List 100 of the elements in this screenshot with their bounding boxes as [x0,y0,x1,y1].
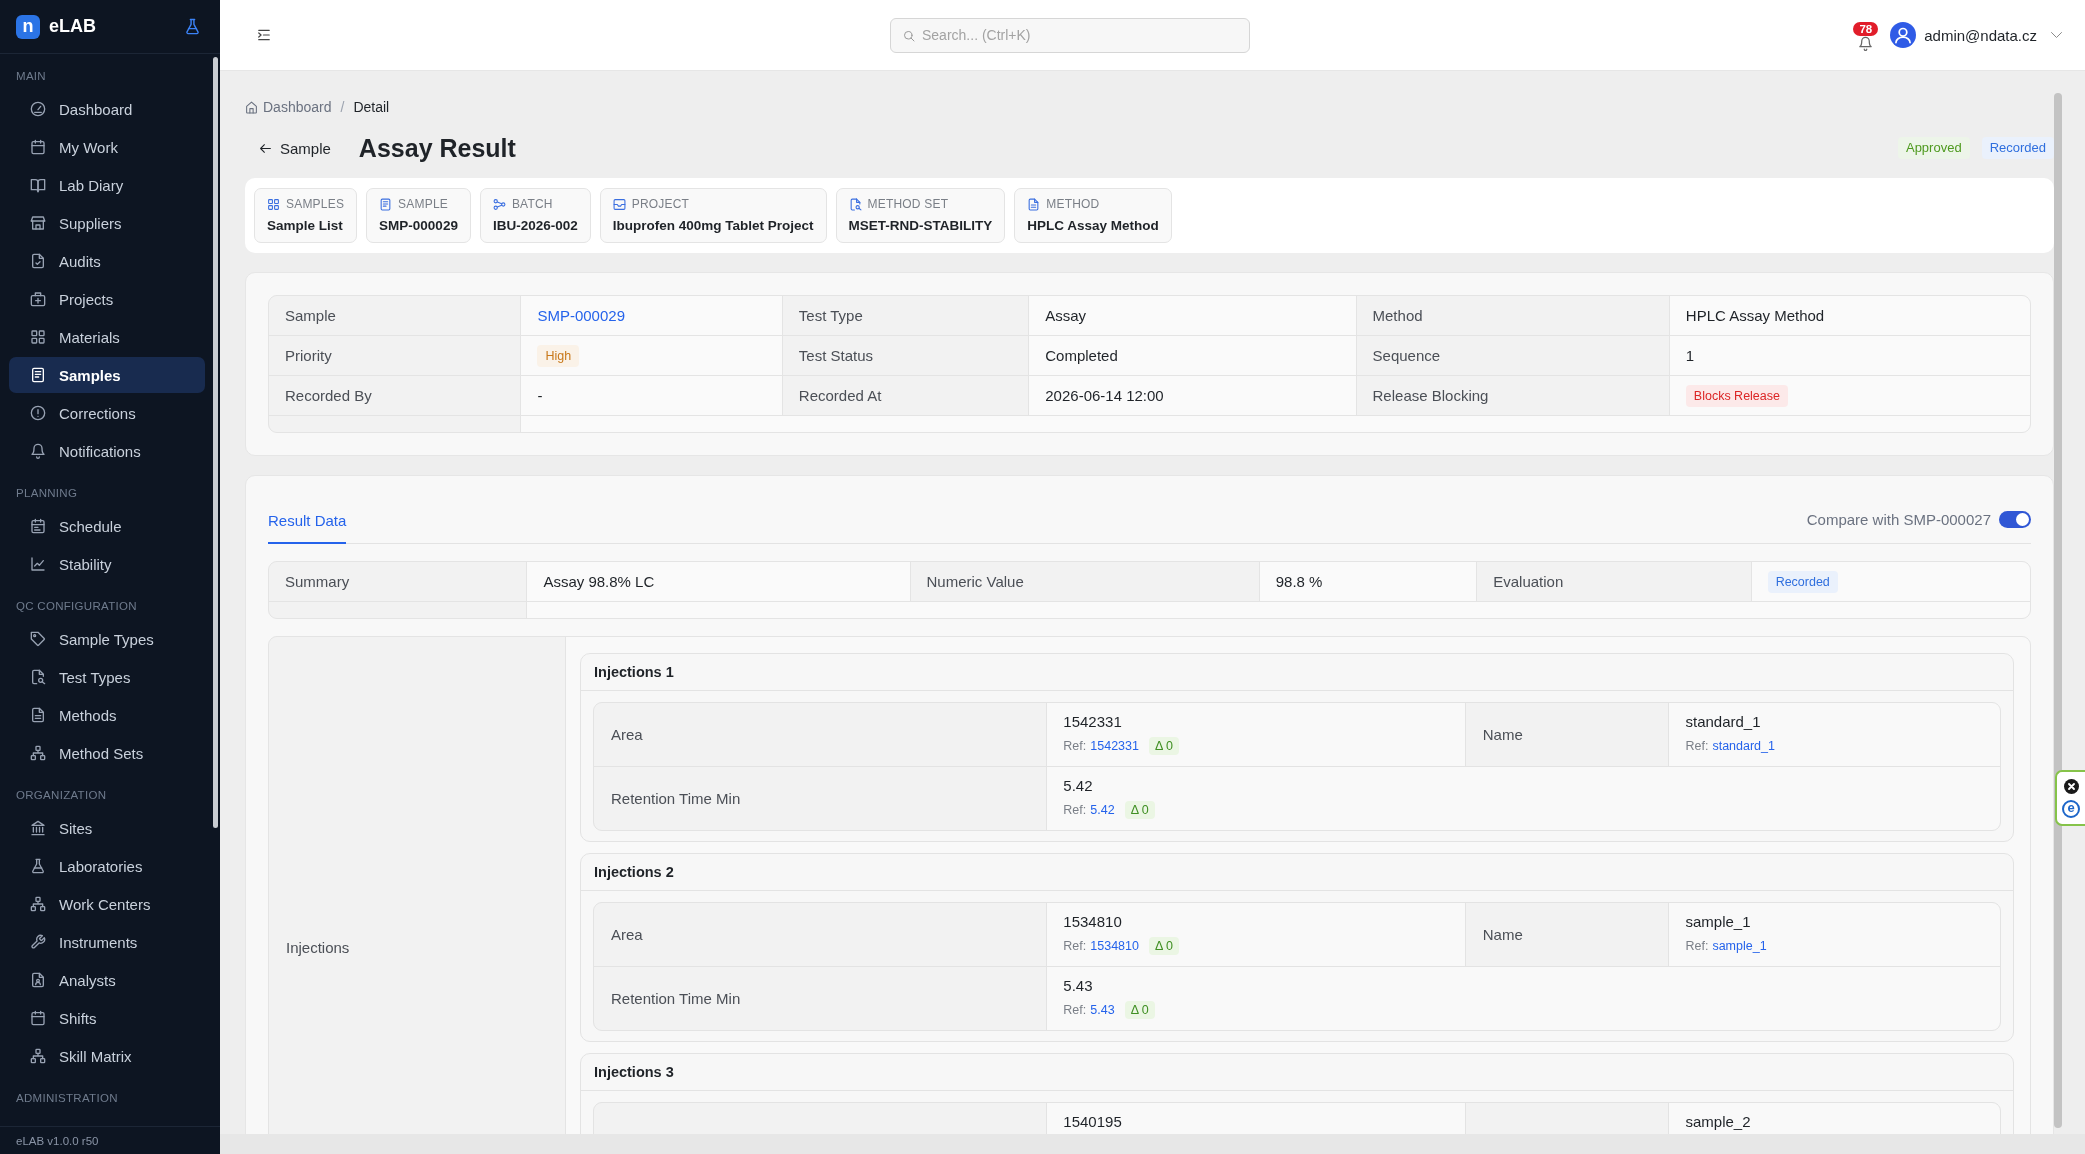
ref-link[interactable]: 5.42 [1090,803,1115,817]
link-category: METHOD [1046,197,1100,211]
field-value: Assay 98.8% LC [527,562,910,601]
sidebar-item[interactable]: Materials [9,319,205,355]
ref-link[interactable]: 1542331 [1090,739,1139,753]
ref-link[interactable]: 5.43 [1090,1003,1115,1017]
injection-title: Injections 2 [581,854,2013,891]
chevron-down-icon [2051,32,2062,38]
sidebar-item[interactable]: Test Types [9,659,205,695]
arrow-left-icon [259,141,272,155]
related-link-card[interactable]: BATCH IBU-2026-002 [479,188,591,243]
sidebar-item[interactable]: Analysts [9,962,205,998]
flask-icon [184,18,201,35]
flask-icon [30,858,46,874]
field-value: 2026-06-14 12:00 [1029,376,1356,415]
field-label: Evaluation [1477,562,1751,601]
sidebar-item[interactable]: Work Centers [9,886,205,922]
sidebar-item[interactable]: Laboratories [9,848,205,884]
status-badge: Recorded [1767,570,1838,593]
field-value: 5.42 [1063,777,1093,795]
delta-badge: Δ 0 [1124,801,1155,819]
sidebar-item[interactable]: Sites [9,810,205,846]
sidebar-item[interactable]: Audits [9,243,205,279]
sidebar-item[interactable]: Method Sets [9,735,205,771]
status-badge: Approved [1897,137,1970,159]
field-value: - [521,376,782,415]
sitemap-icon [30,1048,46,1064]
sidebar-item[interactable]: Skill Matrix [9,1038,205,1074]
status-badge: Recorded [1981,137,2054,159]
field-value: 98.8 % [1259,562,1477,601]
sidebar-item[interactable]: Projects [9,281,205,317]
close-icon [2063,778,2079,794]
breadcrumb-link[interactable]: Dashboard [245,99,332,115]
link-value: HPLC Assay Method [1027,217,1159,235]
field-label: Sample [269,296,521,335]
field-value: 1542331 [1063,713,1122,731]
sidebar-item[interactable]: Instruments [9,924,205,960]
sidebar-item[interactable]: Schedule [9,508,205,544]
user-menu-button[interactable]: admin@ndata.cz [1890,22,2062,48]
field-value: Completed [1029,336,1356,375]
field-label: Release Blocking [1356,376,1669,415]
delta-badge: Δ 0 [1148,937,1180,955]
home-icon [245,100,258,114]
notifications-button[interactable]: 78 [1853,19,1879,51]
briefcase-icon [30,291,46,307]
extension-logo[interactable]: e [2062,799,2080,818]
field-label: Test Status [782,336,1029,375]
tab[interactable]: Result Data [268,498,347,544]
sidebar-item[interactable]: Stability [9,546,205,582]
sidebar-item[interactable]: Suppliers [9,205,205,241]
compare-label: Compare with SMP-000027 [1806,511,1991,528]
document-search-icon [30,669,46,685]
ref-label: Ref: [1063,803,1087,817]
related-link-card[interactable]: PROJECT Ibuprofen 400mg Tablet Project [599,188,827,243]
breadcrumb-separator: / [340,99,345,115]
related-link-card[interactable]: SAMPLE SMP-000029 [366,188,471,243]
sidebar-item[interactable]: Methods [9,697,205,733]
scrollbar-thumb[interactable] [213,57,218,828]
field-value: standard_1 [1685,713,1761,731]
document-user-icon [30,972,46,988]
menu-button[interactable] [257,28,271,42]
ref-label: Ref: [1063,739,1087,753]
sidebar-item[interactable]: Corrections [9,395,205,431]
page-title: Assay Result [358,133,516,163]
sidebar-item[interactable]: Lab Diary [9,167,205,203]
avatar-icon [1890,22,1917,48]
field-label: Recorded At [782,376,1029,415]
field-label: Area [594,703,1047,766]
sidebar-item[interactable]: Notifications [9,433,205,469]
document-icon [30,367,46,383]
link-value: Ibuprofen 400mg Tablet Project [612,217,814,235]
value-link[interactable]: SMP-000029 [537,307,625,324]
toggle-switch[interactable] [1999,511,2031,528]
scrollbar-thumb[interactable] [2054,93,2062,1128]
field-label: Area [594,903,1047,966]
sidebar-item[interactable]: My Work [9,129,205,165]
field-value: HPLC Assay Method [1669,296,2030,335]
status-badge: High [537,344,580,367]
sidebar-item[interactable]: Sample Types [9,621,205,657]
clipboard-check-icon [30,253,46,269]
back-button[interactable]: Sample [259,139,331,157]
ref-link[interactable]: sample_1 [1712,939,1767,953]
link-value: Sample List [267,217,344,235]
field-value: sample_2 [1685,1113,1751,1131]
link-value: IBU-2026-002 [492,217,578,235]
calendar-icon [30,139,46,155]
link-value: SMP-000029 [379,217,458,235]
sidebar-item[interactable]: Shifts [9,1000,205,1036]
field-label: Test Type [782,296,1029,335]
ref-link[interactable]: standard_1 [1712,739,1775,753]
ref-link[interactable]: 1534810 [1090,939,1139,953]
search-field[interactable]: Search... (Ctrl+K) [890,17,1250,53]
field-value: sample_1 [1685,913,1751,931]
sidebar-item[interactable]: Samples [9,357,205,393]
sidebar-item[interactable]: Dashboard [9,91,205,127]
related-link-card[interactable]: METHOD SET MSET-RND-STABILITY [835,188,1006,243]
document-search-icon [848,197,862,211]
related-link-card[interactable]: SAMPLES Sample List [254,188,358,243]
field-label: Retention Time Min [594,967,1047,1030]
related-link-card[interactable]: METHOD HPLC Assay Method [1014,188,1172,243]
